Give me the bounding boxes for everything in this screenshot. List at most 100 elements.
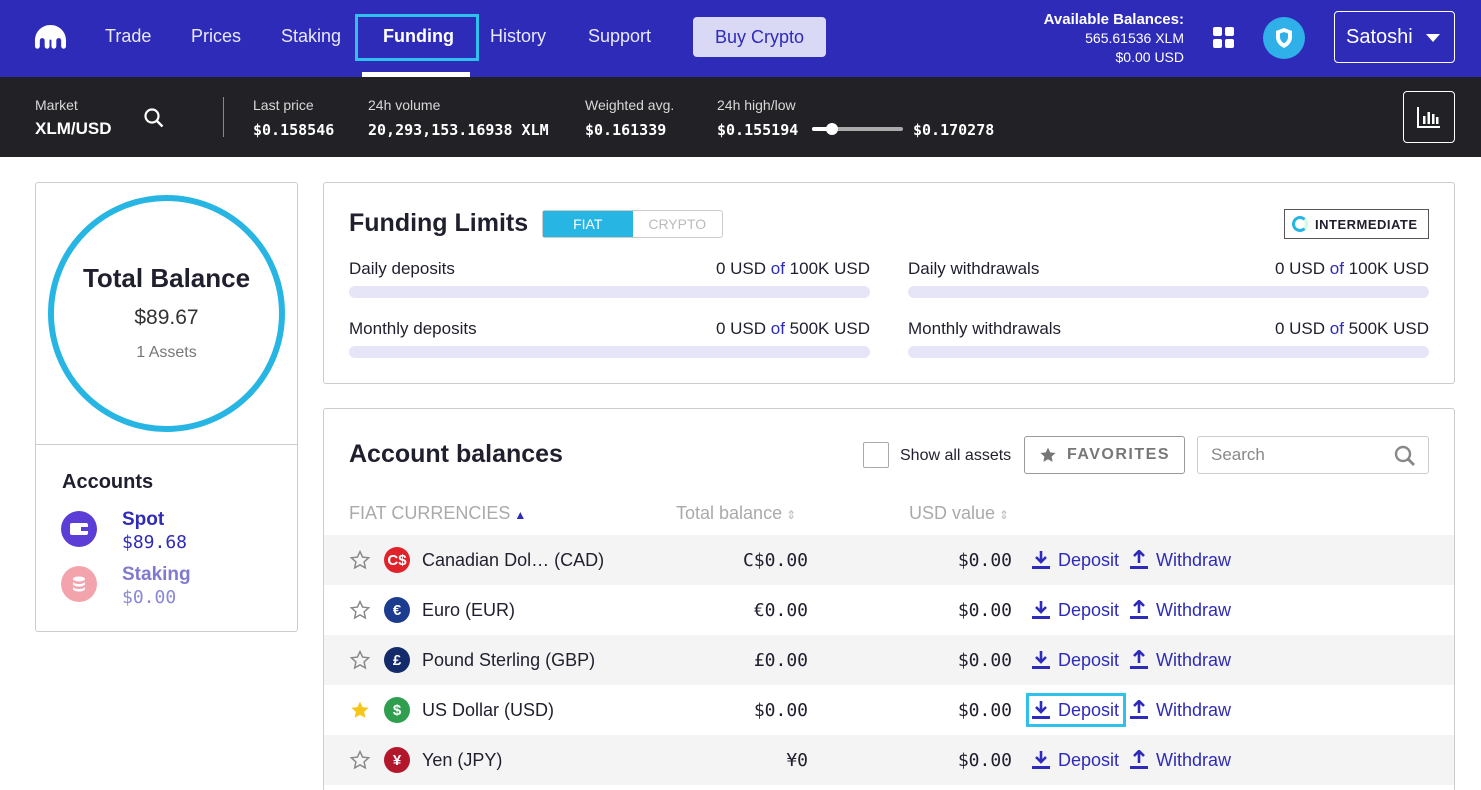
progress-ring-icon — [1292, 216, 1308, 232]
balance-usd: $0.00 USD — [1115, 49, 1184, 65]
market-label: Market — [35, 97, 78, 113]
nav-staking[interactable]: Staking — [281, 26, 341, 47]
currency-name: US Dollar (USD) — [422, 700, 555, 720]
favorites-button[interactable]: FAVORITES — [1024, 436, 1185, 474]
sort-asc-icon: ▲ — [514, 508, 527, 522]
withdraw-button[interactable]: Withdraw — [1130, 544, 1231, 576]
kraken-logo-icon[interactable] — [34, 24, 68, 50]
col-header-currency[interactable]: FIAT CURRENCIES ▲ — [349, 503, 526, 524]
account-balances-title: Account balances — [349, 440, 563, 468]
daily-withdrawals-value: 0 USD of 100K USD — [1274, 259, 1429, 278]
usd-value-cell: $0.00 — [957, 600, 1012, 621]
download-icon — [1032, 651, 1050, 669]
weighted-avg-label: Weighted avg. — [585, 97, 675, 113]
withdraw-button[interactable]: Withdraw — [1130, 594, 1231, 626]
table-row: $ US Dollar (USD) $0.00 $0.00 Deposit Withdra… — [324, 685, 1454, 735]
withdraw-button[interactable]: Withdraw — [1130, 744, 1231, 776]
high-value: $0.170278 — [913, 121, 995, 139]
download-icon — [1032, 551, 1050, 569]
download-icon — [1032, 601, 1050, 619]
usd-value-cell: $0.00 — [957, 700, 1012, 721]
col-header-usd-value[interactable]: USD value ⇕ — [909, 503, 1009, 524]
search-input[interactable] — [1211, 437, 1391, 473]
favorites-label: FAVORITES — [1067, 446, 1170, 463]
sort-icon: ⇕ — [786, 508, 797, 522]
buy-crypto-button[interactable]: Buy Crypto — [693, 17, 826, 57]
table-row: £ Pound Sterling (GBP) £0.00 $0.00 Deposit Wi… — [324, 635, 1454, 685]
nav-prices[interactable]: Prices — [191, 26, 241, 47]
monthly-withdrawals-bar — [908, 346, 1429, 358]
col-header-total-balance[interactable]: Total balance ⇕ — [676, 503, 796, 524]
weighted-avg-value: $0.161339 — [585, 121, 667, 139]
chevron-down-icon — [1426, 34, 1440, 42]
user-menu-select[interactable]: Satoshi — [1334, 11, 1455, 63]
favorite-star-icon[interactable] — [349, 549, 371, 576]
market-pair[interactable]: XLM/USD — [35, 119, 112, 139]
security-shield-icon[interactable] — [1263, 17, 1305, 59]
wallet-icon — [61, 511, 97, 547]
deposit-button[interactable]: Deposit — [1030, 644, 1119, 676]
user-name: Satoshi — [1346, 25, 1413, 48]
tab-fiat[interactable]: FIAT — [543, 211, 633, 237]
nav-support[interactable]: Support — [588, 26, 651, 47]
withdraw-button[interactable]: Withdraw — [1130, 694, 1231, 726]
upload-icon — [1130, 550, 1148, 569]
search-icon[interactable] — [1394, 445, 1416, 467]
nav-trade[interactable]: Trade — [105, 26, 151, 47]
table-row: € Euro (EUR) €0.00 $0.00 Deposit Withdraw — [324, 585, 1454, 635]
account-spot-label[interactable]: Spot — [122, 509, 164, 531]
market-divider — [223, 97, 224, 137]
monthly-deposits-label: Monthly deposits — [349, 319, 477, 338]
deposit-button[interactable]: Deposit — [1030, 544, 1119, 576]
apps-grid-icon[interactable] — [1213, 27, 1235, 49]
currency-icon: $ — [384, 697, 410, 723]
withdraw-button[interactable]: Withdraw — [1130, 644, 1231, 676]
top-nav: Trade Prices Staking Funding History Sup… — [0, 0, 1481, 77]
usd-value-cell: $0.00 — [957, 650, 1012, 671]
available-balances: Available Balances: 565.61536 XLM $0.00 … — [1044, 10, 1184, 67]
show-all-assets-checkbox[interactable] — [863, 442, 889, 468]
volume-value: 20,293,153.16938 XLM — [368, 121, 549, 139]
sort-icon: ⇕ — [999, 508, 1010, 522]
bar-chart-icon — [1417, 107, 1440, 128]
favorite-star-icon[interactable] — [349, 649, 371, 676]
verification-level-badge[interactable]: INTERMEDIATE — [1284, 209, 1429, 239]
monthly-deposits-value: 0 USD of 500K USD — [715, 319, 870, 338]
daily-deposits-label: Daily deposits — [349, 259, 455, 278]
currency-icon: C$ — [384, 547, 410, 573]
deposit-button[interactable]: Deposit — [1026, 693, 1127, 727]
nav-history[interactable]: History — [490, 26, 546, 47]
favorite-star-icon[interactable] — [349, 599, 371, 626]
high-low-label: 24h high/low — [717, 97, 796, 113]
low-value: $0.155194 — [717, 121, 799, 139]
deposit-button[interactable]: Deposit — [1030, 594, 1119, 626]
coins-stack-icon — [61, 566, 97, 602]
currency-icon: £ — [384, 647, 410, 673]
show-all-assets-label[interactable]: Show all assets — [900, 447, 1011, 465]
volume-label: 24h volume — [368, 97, 441, 113]
range-slider-knob — [826, 123, 839, 135]
limits-type-toggle: FIAT CRYPTO — [542, 210, 723, 238]
deposit-button[interactable]: Deposit — [1030, 744, 1119, 776]
tab-crypto[interactable]: CRYPTO — [633, 211, 723, 237]
account-staking-label[interactable]: Staking — [122, 564, 191, 586]
total-balance-cell: £0.00 — [753, 650, 808, 671]
chart-button[interactable] — [1403, 91, 1455, 143]
download-icon — [1032, 701, 1050, 719]
last-price-value: $0.158546 — [253, 121, 335, 139]
upload-icon — [1130, 650, 1148, 669]
usd-value-cell: $0.00 — [957, 750, 1012, 771]
favorite-star-icon[interactable] — [349, 699, 371, 726]
market-search-icon[interactable] — [144, 108, 164, 128]
available-balances-title: Available Balances: — [1043, 11, 1184, 28]
upload-icon — [1130, 600, 1148, 619]
funding-limits-title: Funding Limits — [349, 209, 529, 237]
total-balance-cell: $0.00 — [753, 700, 808, 721]
nav-funding[interactable]: Funding — [383, 26, 454, 47]
total-balance-cell: €0.00 — [753, 600, 808, 621]
monthly-deposits-bar — [349, 346, 870, 358]
assets-count: 1 Assets — [136, 344, 197, 361]
favorite-star-icon[interactable] — [349, 749, 371, 776]
account-spot-value: $89.68 — [122, 532, 188, 553]
search-field[interactable] — [1197, 436, 1429, 474]
